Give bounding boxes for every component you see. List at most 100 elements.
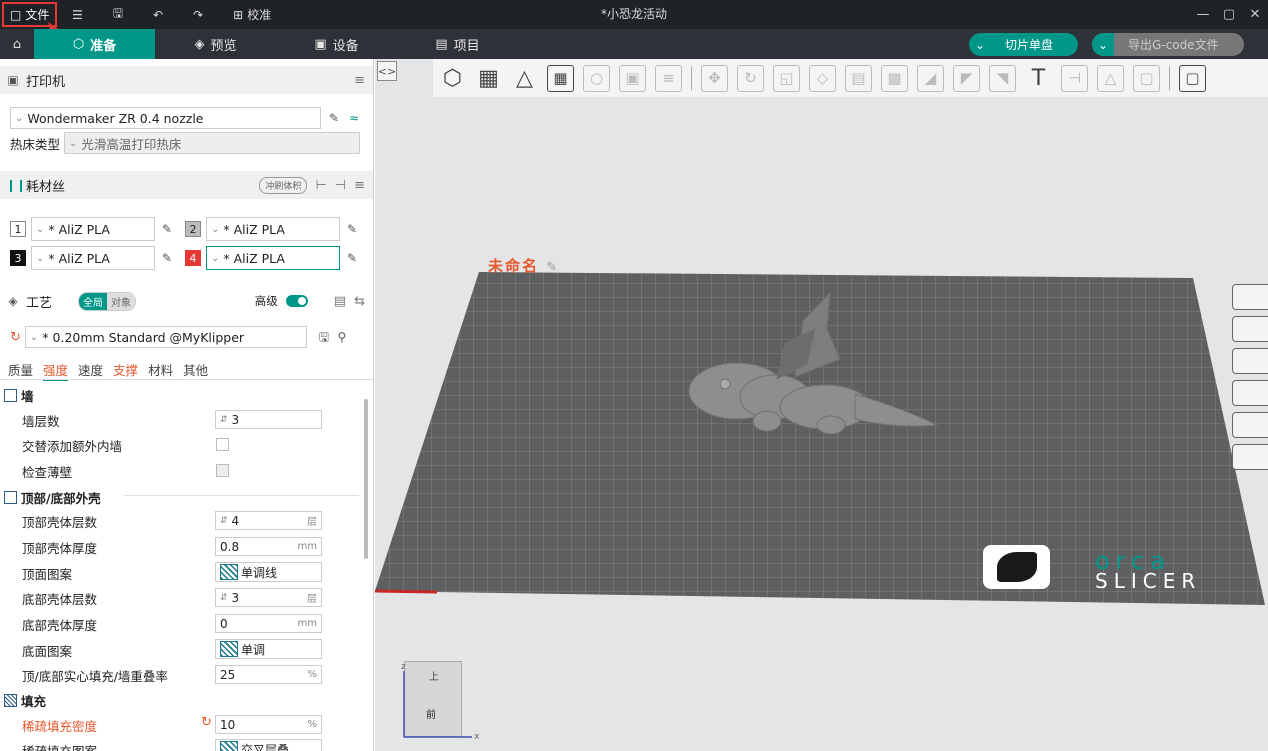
infill-density-input[interactable]: 10% (215, 715, 322, 734)
edit-icon[interactable]: ✎ (160, 222, 174, 236)
sidebar-scrollbar[interactable] (364, 399, 368, 559)
close-icon[interactable]: ✕ (1242, 0, 1268, 29)
bottom-pattern-select[interactable]: 单调 (215, 639, 322, 659)
tab-others[interactable]: 其他 (183, 360, 208, 381)
settings-sliders-icon[interactable]: ≡ (354, 73, 365, 88)
tab-material[interactable]: 材料 (148, 360, 173, 381)
infill-pattern-select[interactable]: 交叉层叠 (215, 739, 322, 751)
advanced-toggle[interactable] (285, 295, 308, 307)
bed-type-label: 热床类型 (10, 136, 61, 152)
tab-support[interactable]: 支撑 (113, 360, 138, 381)
settings-sliders-icon[interactable]: ≡ (354, 178, 365, 193)
tab-quality[interactable]: 质量 (8, 360, 33, 381)
top-pattern-select[interactable]: 单调线 (215, 562, 322, 582)
filament-select[interactable]: ⌄ * AliZ PLA (206, 246, 340, 270)
filament-title: 耗材丝 (26, 179, 66, 195)
restore-icon[interactable]: ▢ (1216, 0, 1242, 29)
tab-prepare[interactable]: ⬡ 准备 (34, 29, 155, 59)
top-layers-input[interactable]: ⇵ 4 层 (215, 511, 322, 530)
remove-filament-icon[interactable]: ⊢ (315, 178, 326, 193)
plate-name[interactable]: 未命名 ✎ (488, 255, 559, 276)
reset-icon[interactable]: ↻ (201, 715, 212, 730)
edit-icon[interactable]: ✎ (345, 222, 359, 236)
chevron-down-icon[interactable]: ⌄ (1092, 33, 1114, 56)
top-thickness-value: 0.8 (220, 539, 240, 554)
menu-icon[interactable]: ☰ (66, 0, 89, 29)
tab-speed[interactable]: 速度 (78, 360, 103, 381)
global-object-toggle[interactable]: 全局 对象 (78, 291, 137, 311)
process-profile-select[interactable]: ⌄ * 0.20mm Standard @MyKlipper (24, 326, 307, 348)
chevron-down-icon: ⌄ (69, 137, 78, 149)
alt-extra-wall-checkbox[interactable] (216, 438, 229, 451)
tab-device[interactable]: ▣ 设备 (276, 29, 397, 59)
group-title: 墙 (21, 389, 34, 404)
camera-icon[interactable] (1232, 444, 1268, 470)
edit-icon[interactable]: ✎ (546, 260, 559, 275)
filament-slot-number: 3 (10, 250, 26, 266)
alt-extra-wall-label: 交替添加额外内墙 (22, 439, 123, 454)
tab-preview[interactable]: ◈ 预览 (155, 29, 276, 59)
chevron-down-icon[interactable]: ⌄ (969, 33, 991, 56)
3d-viewport[interactable]: <> ⬡ ▦ △ ▦ ○ ▣ ≡ ✥ ↻ ◱ ◇ ▤ ▩ ◢ ◤ ◥ T ⊣ △… (375, 59, 1268, 751)
redo-icon[interactable]: ↷ (187, 0, 209, 29)
wifi-icon[interactable]: ≈ (347, 111, 361, 125)
chevron-down-icon: ⌄ (36, 223, 45, 235)
bed-type-select[interactable]: ⌄ 光滑高温打印热床 (64, 132, 361, 154)
save-icon[interactable]: 🖫 (107, 0, 129, 29)
monitor-icon: ▣ (314, 36, 327, 52)
detect-thin-wall-label: 检查薄壁 (22, 465, 73, 480)
add-filament-icon[interactable]: ⊣ (335, 178, 346, 193)
top-layers-value: 4 (231, 513, 240, 528)
layers-icon: ◈ (8, 294, 18, 308)
tab-project[interactable]: ▤ 项目 (397, 29, 518, 59)
minimize-icon[interactable]: — (1190, 0, 1216, 29)
layers-view-icon[interactable] (1232, 348, 1268, 374)
tab-strength[interactable]: 强度 (43, 360, 69, 381)
wall-loops-input[interactable]: ⇵ 3 (215, 410, 322, 429)
bottom-pattern-value: 单调 (241, 642, 266, 657)
undo-icon[interactable]: ↶ (147, 0, 169, 29)
top-layers-label: 顶部壳体层数 (22, 515, 98, 530)
export-gcode-button[interactable]: ⌄ 导出G-code文件 (1092, 33, 1244, 56)
bottom-thickness-value: 0 (220, 616, 228, 631)
edit-icon[interactable]: ✎ (327, 111, 341, 125)
home-icon[interactable]: ⌂ (0, 29, 34, 59)
bottom-layers-value: 3 (231, 590, 240, 605)
cube-icon: ⬡ (72, 36, 85, 52)
save-icon[interactable]: 🖫 (317, 330, 331, 344)
unit-label: 层 (307, 517, 317, 528)
compare-icon[interactable]: ⇆ (354, 294, 365, 309)
filament-slot-number: 4 (185, 250, 201, 266)
calibrate-button[interactable]: ⊞ 校准 (227, 0, 277, 29)
tab-label: 准备 (90, 38, 117, 54)
unit-label: mm (297, 541, 317, 552)
orca-logo-mark (983, 545, 1050, 589)
reset-icon[interactable]: ↻ (10, 330, 21, 345)
printer-select[interactable]: ⌄ Wondermaker ZR 0.4 nozzle (10, 107, 321, 129)
reset-view-icon[interactable] (1232, 380, 1268, 406)
filament-section-header: ❙❙ 耗材丝 冲刷体积 ⊢ ⊣ ≡ (0, 171, 373, 199)
bottom-thickness-input[interactable]: 0 mm (215, 614, 322, 633)
filament-select[interactable]: ⌄ * AliZ PLA (31, 217, 155, 241)
slice-plate-button[interactable]: ⌄ 切片单盘 (969, 33, 1078, 56)
filament-select[interactable]: ⌄ * AliZ PLA (206, 217, 340, 241)
edit-icon[interactable]: ✎ (160, 251, 174, 265)
search-icon[interactable]: ⚲ (335, 330, 349, 344)
top-thickness-input[interactable]: 0.8 mm (215, 537, 322, 556)
zoom-icon[interactable] (1232, 412, 1268, 438)
list-icon[interactable]: ▤ (334, 294, 346, 309)
top-pattern-label: 顶面图案 (22, 567, 73, 582)
undo-view-icon[interactable] (1232, 316, 1268, 342)
file-menu-button[interactable]: □ 文件 (2, 2, 58, 27)
bottom-layers-input[interactable]: ⇵ 3 层 (215, 588, 322, 607)
file-menu-label: 文件 (25, 8, 50, 22)
unit-label: 层 (307, 594, 317, 605)
detect-thin-wall-checkbox[interactable] (216, 464, 229, 477)
overlap-input[interactable]: 25% (215, 665, 322, 684)
delete-all-icon[interactable] (1232, 284, 1268, 310)
pattern-icon (220, 641, 238, 657)
right-tool-column (1232, 284, 1268, 470)
filament-select[interactable]: ⌄ * AliZ PLA (31, 246, 155, 270)
flush-volume-button[interactable]: 冲刷体积 (259, 176, 308, 194)
edit-icon[interactable]: ✎ (345, 251, 359, 265)
